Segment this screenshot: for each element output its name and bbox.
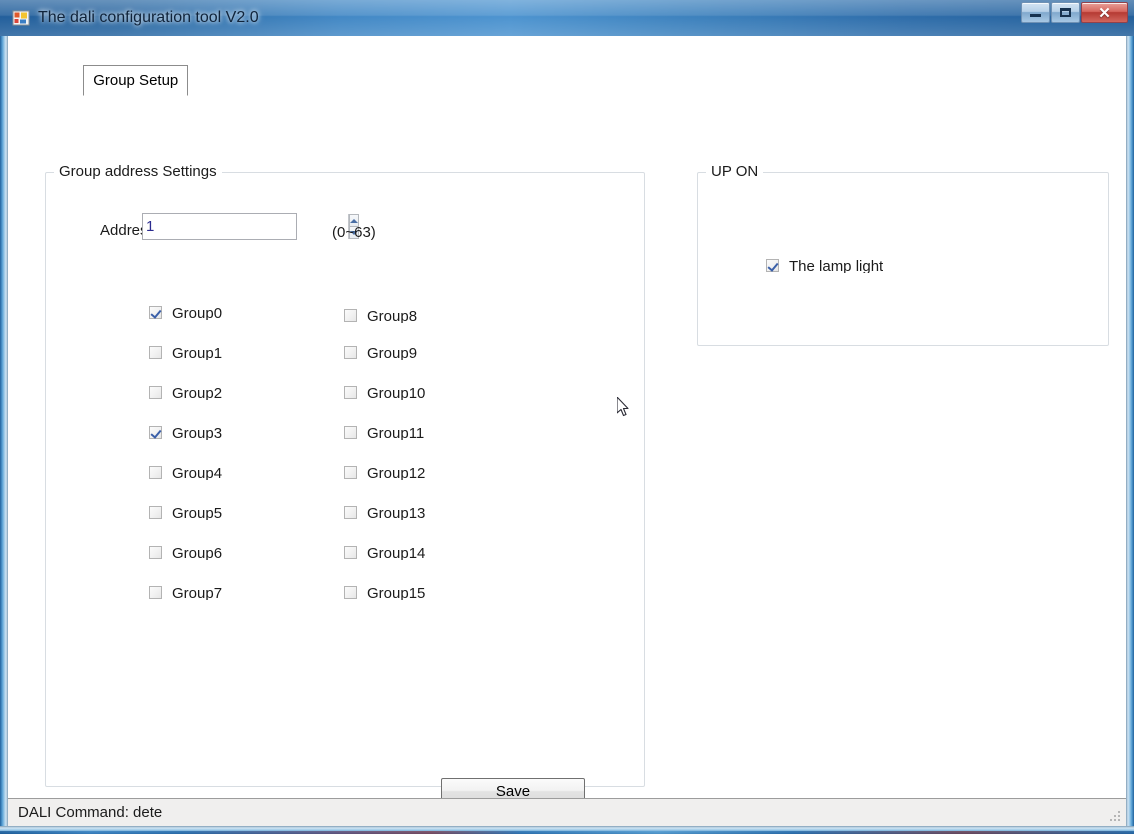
checkbox-group11[interactable]: Group11 [344,423,427,441]
spin-up-icon [350,218,358,223]
checkbox-box [344,585,357,599]
checkbox-group2[interactable]: Group2 [149,383,222,401]
window-border-left [0,36,8,834]
close-button[interactable]: ✕ [1081,2,1128,23]
checkbox-box [344,308,357,322]
minimize-button[interactable] [1021,2,1050,23]
checkbox-label: Group10 [367,384,426,400]
tab-group-setup[interactable]: Group Setup [83,65,189,96]
checkbox-the-lamp-light[interactable]: The lamp light [766,256,883,274]
tab-page-group-setup: Group address Settings Address (0~63) [8,66,1126,808]
checkbox-group14[interactable]: Group14 [344,543,427,561]
checkbox-label: Group13 [367,504,426,520]
window-border-right [1126,36,1134,834]
checkbox-label: Group0 [172,304,223,320]
checkbox-label: Group15 [367,584,426,600]
checkbox-group15[interactable]: Group15 [344,583,427,601]
group-address-settings-title: Group address Settings [54,163,222,180]
checkbox-label: Group11 [367,424,425,440]
checkbox-box [344,425,357,439]
checkbox-label: Group9 [367,344,418,360]
checkbox-group5[interactable]: Group5 [149,503,222,521]
address-input[interactable] [143,214,348,239]
checkbox-label: Group2 [172,384,223,400]
checkbox-label: Group14 [367,544,426,560]
address-range-hint: (0~63) [332,224,376,241]
window-frame: The dali configuration tool V2.0 ✕ Initi… [0,0,1134,834]
minimize-icon [1022,3,1049,22]
checkbox-group1[interactable]: Group1 [149,343,222,361]
checkbox-group12[interactable]: Group12 [344,463,427,481]
checkbox-group6[interactable]: Group6 [149,543,222,561]
checkbox-box [344,505,357,519]
checkbox-box [149,585,162,599]
checkbox-box [149,545,162,559]
tab-label: Group Setup [93,72,179,89]
up-on-title: UP ON [706,163,764,180]
checkbox-box [766,258,779,272]
checkbox-label: Group3 [172,424,223,440]
checkbox-group8[interactable]: Group8 [344,306,417,324]
checkbox-box [344,385,357,399]
checkbox-label: Group5 [172,504,223,520]
checkbox-box [344,465,357,479]
status-bar-text: DALI Command: dete [18,804,163,821]
checkbox-box [149,505,162,519]
client-area: Initialize Group Setup DALI Command DALI… [8,36,1126,826]
checkbox-box [149,425,162,439]
checkbox-box [149,305,162,319]
checkbox-label: The lamp light [789,257,884,273]
checkbox-label: Group4 [172,464,223,480]
checkbox-group10[interactable]: Group10 [344,383,427,401]
checkbox-group9[interactable]: Group9 [344,343,417,361]
window-controls: ✕ [1020,2,1128,25]
checkbox-group3[interactable]: Group3 [149,423,222,441]
checkbox-box [344,345,357,359]
checkbox-group0[interactable]: Group0 [149,303,222,321]
checkbox-box [149,345,162,359]
checkbox-box [149,465,162,479]
checkbox-box [149,385,162,399]
checkbox-group4[interactable]: Group4 [149,463,222,481]
checkbox-label: Group6 [172,544,223,560]
address-spinner[interactable] [142,213,359,240]
app-icon [12,9,30,27]
close-icon: ✕ [1098,4,1111,22]
title-bar[interactable]: The dali configuration tool V2.0 ✕ [0,0,1134,36]
checkbox-label: Group1 [172,344,223,360]
window-title: The dali configuration tool V2.0 [38,9,259,26]
resize-grip[interactable] [1109,810,1122,823]
checkbox-label: Group12 [367,464,426,480]
checkbox-group7[interactable]: Group7 [149,583,222,601]
checkbox-label: Group7 [172,584,223,600]
checkbox-label: Group8 [367,307,418,323]
checkbox-box [344,545,357,559]
status-bar: DALI Command: dete [8,798,1126,826]
up-on-panel: UP ON [697,163,1109,346]
maximize-icon [1052,3,1079,22]
checkbox-group13[interactable]: Group13 [344,503,427,521]
maximize-button[interactable] [1051,2,1080,23]
